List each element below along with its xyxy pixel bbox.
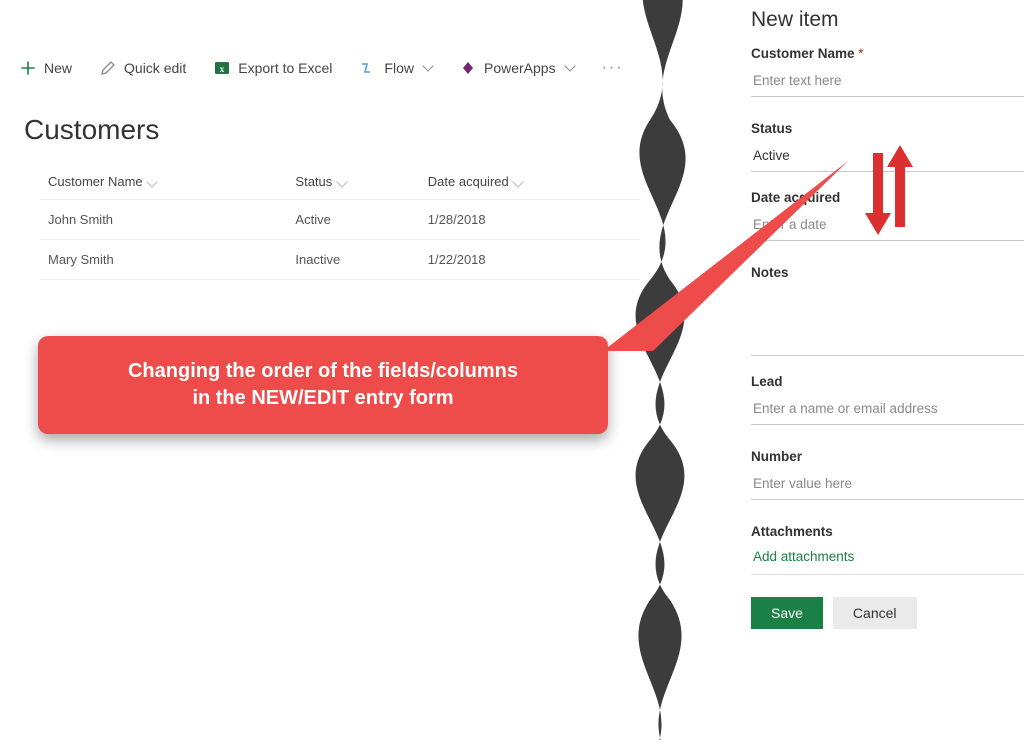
field-label-attachments: Attachments [751,524,1024,539]
field-label-status: Status [751,121,1024,136]
cell-name: Mary Smith [40,240,287,280]
new-button[interactable]: New [20,60,72,76]
cell-status: Active [287,200,419,240]
table-row[interactable]: John Smith Active 1/28/2018 [40,200,640,240]
chevron-down-icon [564,60,575,71]
flow-label: Flow [384,60,414,76]
export-label: Export to Excel [238,60,332,76]
page-title: Customers [20,114,630,146]
plus-icon [20,60,36,76]
quick-edit-label: Quick edit [124,60,186,76]
excel-icon: x [214,60,230,76]
number-input[interactable] [751,470,1024,500]
chevron-down-icon [147,176,158,187]
chevron-down-icon [513,176,524,187]
column-header-status[interactable]: Status [287,164,419,200]
chevron-down-icon [336,176,347,187]
lead-input[interactable] [751,395,1024,425]
table-row[interactable]: Mary Smith Inactive 1/22/2018 [40,240,640,280]
field-label-customer-name: Customer Name * [751,46,1024,61]
command-bar: New Quick edit x Export to Excel Flow [20,40,630,96]
required-star-icon: * [858,46,863,61]
callout-text-line2: in the NEW/EDIT entry form [68,385,578,412]
cancel-button[interactable]: Cancel [833,597,917,629]
flow-icon [360,60,376,76]
field-label-lead: Lead [751,374,1024,389]
field-label-number: Number [751,449,1024,464]
svg-text:x: x [220,64,225,74]
chevron-down-icon [422,60,433,71]
column-header-label: Status [295,174,332,189]
callout-text-line1: Changing the order of the fields/columns [68,358,578,385]
more-actions-button[interactable]: ··· [602,59,624,77]
add-attachments-link[interactable]: Add attachments [751,545,1024,575]
callout-annotation: Changing the order of the fields/columns… [38,336,608,434]
customers-table: Customer Name Status Date acquired John … [40,164,640,280]
cell-name: John Smith [40,200,287,240]
column-header-label: Date acquired [428,174,509,189]
panel-title: New item [751,8,1024,32]
callout-box: Changing the order of the fields/columns… [38,336,608,434]
powerapps-button[interactable]: PowerApps [460,60,574,76]
column-header-name[interactable]: Customer Name [40,164,287,200]
pencil-icon [100,60,116,76]
column-header-label: Customer Name [48,174,143,189]
flow-button[interactable]: Flow [360,60,432,76]
cell-status: Inactive [287,240,419,280]
form-button-row: Save Cancel [751,597,1024,629]
save-button[interactable]: Save [751,597,823,629]
quick-edit-button[interactable]: Quick edit [100,60,186,76]
powerapps-label: PowerApps [484,60,556,76]
customer-name-input[interactable] [751,67,1024,97]
powerapps-icon [460,60,476,76]
new-label: New [44,60,72,76]
export-excel-button[interactable]: x Export to Excel [214,60,332,76]
